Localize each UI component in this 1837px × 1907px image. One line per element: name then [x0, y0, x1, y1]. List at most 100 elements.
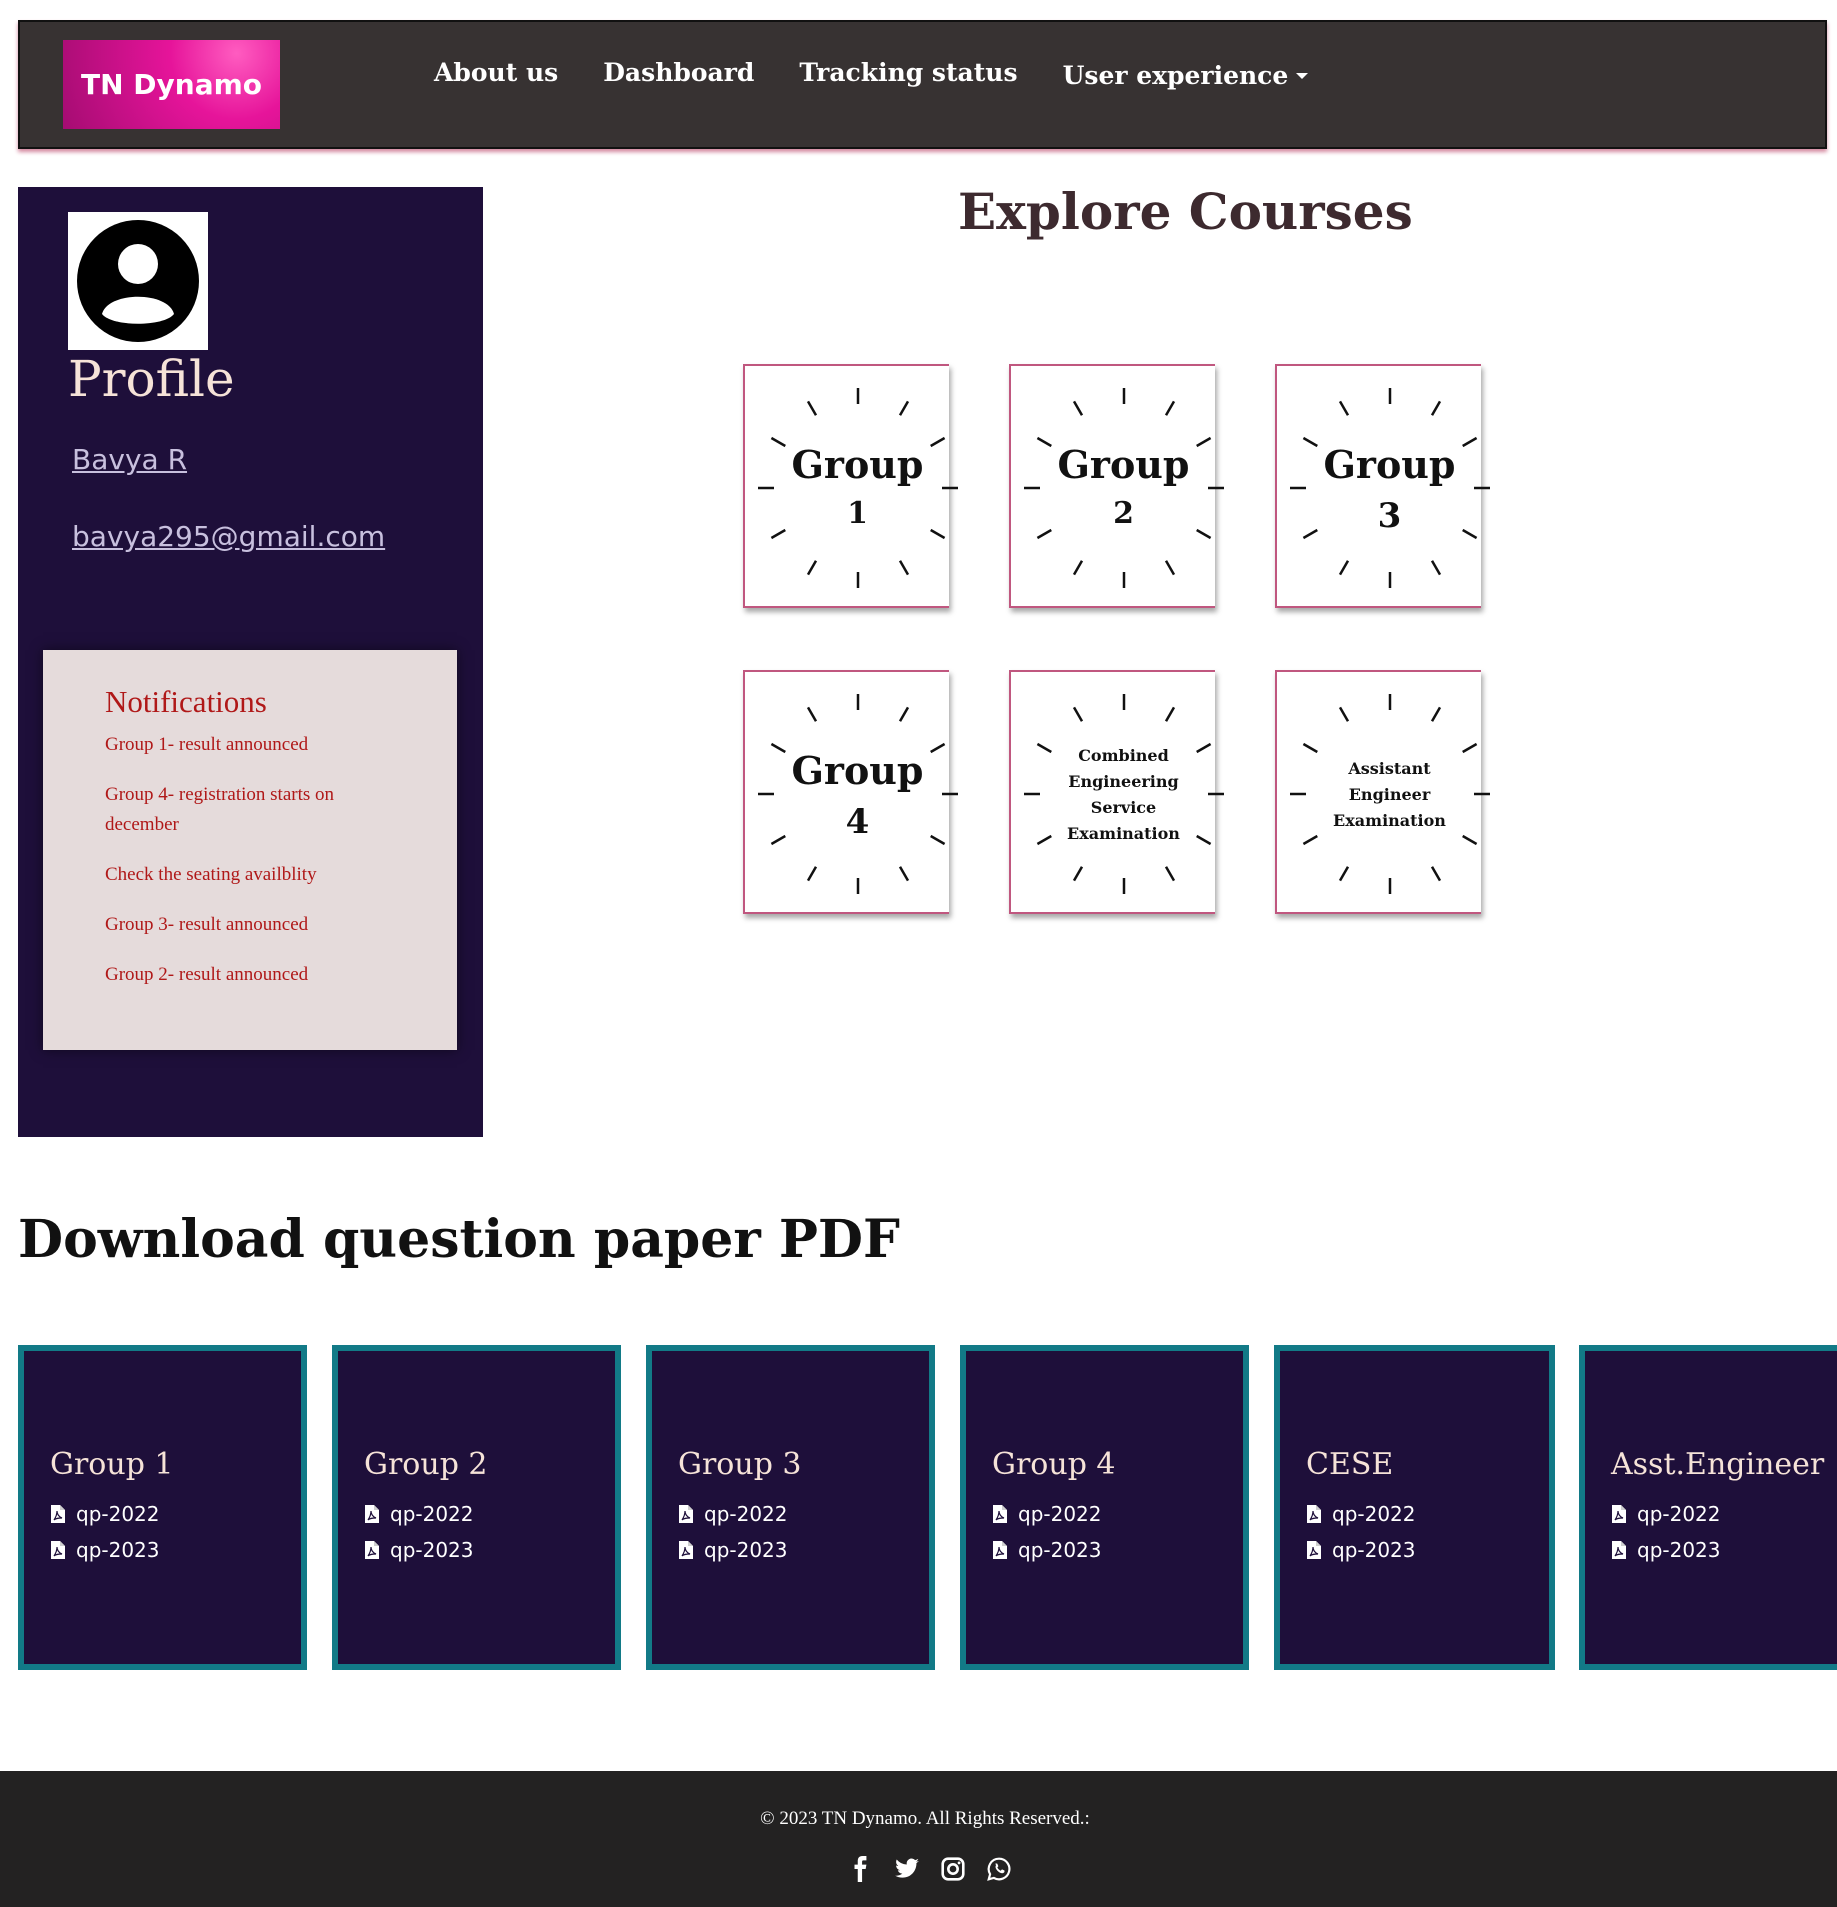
navbar: TN Dynamo About us Dashboard Tracking st… — [18, 20, 1827, 149]
course-label-line2: Engineering — [1068, 772, 1179, 791]
pdf-link-qp-2023[interactable]: qp-2023 — [1611, 1532, 1837, 1568]
sunburst-ray — [1430, 560, 1442, 576]
course-card-group-3[interactable]: Group 3 — [1275, 364, 1490, 608]
sunburst-ray — [806, 560, 818, 576]
sunburst-ray — [1462, 742, 1478, 754]
sunburst-ray — [1302, 742, 1318, 754]
profile-title: Profile — [68, 350, 235, 408]
pdf-link-qp-2023[interactable]: qp-2023 — [1306, 1532, 1549, 1568]
sunburst-ray — [898, 560, 910, 576]
pdf-link-qp-2023[interactable]: qp-2023 — [50, 1532, 301, 1568]
download-section-title: Download question paper PDF — [18, 1209, 900, 1270]
course-label-line2: 4 — [845, 802, 870, 842]
pdf-link-qp-2022[interactable]: qp-2022 — [1306, 1496, 1549, 1532]
pdf-link-label: qp-2023 — [76, 1538, 160, 1562]
user-experience-dropdown[interactable]: User experience — [1063, 61, 1309, 90]
pdf-file-icon — [679, 1541, 693, 1559]
course-card-group-1[interactable]: Group 1 — [743, 364, 958, 608]
sunburst-ray — [1164, 866, 1176, 882]
pdf-file-icon — [1612, 1505, 1626, 1523]
notification-item: Group 1- result announced — [105, 734, 309, 755]
sunburst-decoration — [1024, 694, 1224, 894]
pdf-file-icon — [993, 1505, 1007, 1523]
pdf-file-icon — [1612, 1541, 1626, 1559]
sunburst-ray — [1164, 400, 1176, 416]
course-label-line3: Examination — [1333, 811, 1446, 830]
pdf-link-label: qp-2022 — [704, 1502, 788, 1526]
pdf-link-qp-2022[interactable]: qp-2022 — [1611, 1496, 1837, 1532]
pdf-link-label: qp-2023 — [1637, 1538, 1721, 1562]
sunburst-ray — [1072, 866, 1084, 882]
pdf-link-qp-2023[interactable]: qp-2023 — [992, 1532, 1243, 1568]
download-card-title: Asst.Engineer — [1611, 1447, 1825, 1482]
pdf-link-qp-2023[interactable]: qp-2023 — [678, 1532, 929, 1568]
sunburst-ray — [770, 528, 786, 540]
download-card-title: CESE — [1306, 1447, 1394, 1482]
download-card-group-3: Group 3 qp-2022 qp-2023 — [646, 1345, 935, 1670]
facebook-icon[interactable] — [848, 1856, 874, 1882]
pdf-file-icon — [993, 1541, 1007, 1559]
dropdown-label: User experience — [1062, 61, 1289, 90]
notification-item: Check the seating availblity — [105, 864, 317, 885]
sunburst-ray — [1430, 866, 1442, 882]
pdf-file-icon — [1307, 1541, 1321, 1559]
pdf-link-qp-2022[interactable]: qp-2022 — [50, 1496, 301, 1532]
download-card-assistant-engineer: Asst.Engineer qp-2022 qp-2023 — [1579, 1345, 1837, 1670]
sunburst-decoration — [758, 694, 958, 894]
pdf-link-label: qp-2023 — [390, 1538, 474, 1562]
pdf-link-qp-2023[interactable]: qp-2023 — [364, 1532, 615, 1568]
whatsapp-icon[interactable] — [986, 1856, 1012, 1882]
notification-item: Group 2- result announced — [105, 964, 309, 985]
course-label-line1: Group — [791, 442, 924, 487]
sunburst-ray — [1430, 706, 1442, 722]
course-label-line1: Combined — [1078, 746, 1169, 765]
copyright-text: © 2023 TN Dynamo. All Rights Reserved.: — [760, 1808, 1090, 1829]
pdf-link-label: qp-2023 — [1018, 1538, 1102, 1562]
pdf-link-label: qp-2022 — [390, 1502, 474, 1526]
course-card-assistant-engineer[interactable]: Assistant Engineer Examination — [1275, 670, 1490, 914]
sunburst-ray — [806, 706, 818, 722]
profile-name-link[interactable]: Bavya R — [72, 443, 187, 476]
sunburst-ray — [1338, 560, 1350, 576]
explore-courses-title: Explore Courses — [958, 182, 1413, 241]
notification-item: Group 4- registration starts on december — [105, 784, 335, 835]
twitter-icon[interactable] — [894, 1856, 920, 1882]
course-label-line2: 1 — [847, 496, 868, 531]
nav-link-about-us[interactable]: About us — [434, 58, 558, 90]
download-card-title: Group 1 — [50, 1447, 174, 1482]
course-label-line3: Service — [1090, 798, 1157, 817]
sunburst-ray — [806, 400, 818, 416]
sunburst-ray — [1164, 706, 1176, 722]
sunburst-decoration — [1290, 388, 1490, 588]
nav-link-tracking-status[interactable]: Tracking status — [799, 58, 1017, 90]
download-card-title: Group 4 — [992, 1447, 1116, 1482]
social-links — [848, 1856, 1012, 1882]
sunburst-ray — [1338, 400, 1350, 416]
sunburst-ray — [1072, 706, 1084, 722]
profile-email-link[interactable]: bavya295@gmail.com — [72, 520, 385, 553]
course-label-line2: 2 — [1113, 496, 1134, 531]
pdf-link-label: qp-2022 — [1018, 1502, 1102, 1526]
pdf-file-icon — [679, 1505, 693, 1523]
user-avatar-icon — [77, 220, 199, 342]
course-label-line1: Group — [1057, 442, 1190, 487]
course-label-line1: Assistant — [1348, 759, 1431, 778]
pdf-link-label: qp-2022 — [76, 1502, 160, 1526]
pdf-link-qp-2022[interactable]: qp-2022 — [678, 1496, 929, 1532]
course-card-group-4[interactable]: Group 4 — [743, 670, 958, 914]
pdf-link-qp-2022[interactable]: qp-2022 — [992, 1496, 1243, 1532]
course-label-line2: 3 — [1377, 496, 1402, 536]
sunburst-ray — [1462, 834, 1478, 846]
sunburst-ray — [1164, 560, 1176, 576]
pdf-file-icon — [1307, 1505, 1321, 1523]
sunburst-ray — [930, 528, 946, 540]
course-card-cese[interactable]: Combined Engineering Service Examination — [1009, 670, 1224, 914]
avatar — [68, 212, 208, 350]
course-card-group-2[interactable]: Group 2 — [1009, 364, 1224, 608]
pdf-link-qp-2022[interactable]: qp-2022 — [364, 1496, 615, 1532]
pdf-link-label: qp-2022 — [1332, 1502, 1416, 1526]
instagram-icon[interactable] — [940, 1856, 966, 1882]
brand-logo[interactable]: TN Dynamo — [63, 40, 280, 129]
pdf-link-label: qp-2022 — [1637, 1502, 1721, 1526]
nav-link-dashboard[interactable]: Dashboard — [603, 58, 754, 90]
